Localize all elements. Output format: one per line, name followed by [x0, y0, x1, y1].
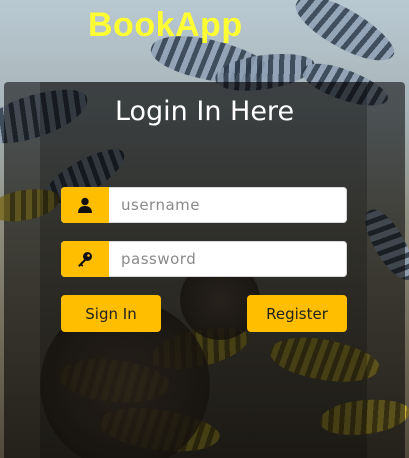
username-input[interactable] [109, 187, 347, 223]
login-panel: Login In Here Sign In Register [4, 82, 405, 458]
login-title: Login In Here [114, 96, 295, 127]
register-button[interactable]: Register [247, 295, 347, 332]
sign-in-button[interactable]: Sign In [61, 295, 161, 332]
password-field [61, 241, 347, 277]
username-field [61, 187, 347, 223]
app-logo-title: BookApp [88, 6, 243, 44]
user-icon [61, 187, 109, 223]
password-input[interactable] [109, 241, 347, 277]
login-page: BookApp Login In Here Sign [0, 0, 409, 458]
key-icon [61, 241, 109, 277]
